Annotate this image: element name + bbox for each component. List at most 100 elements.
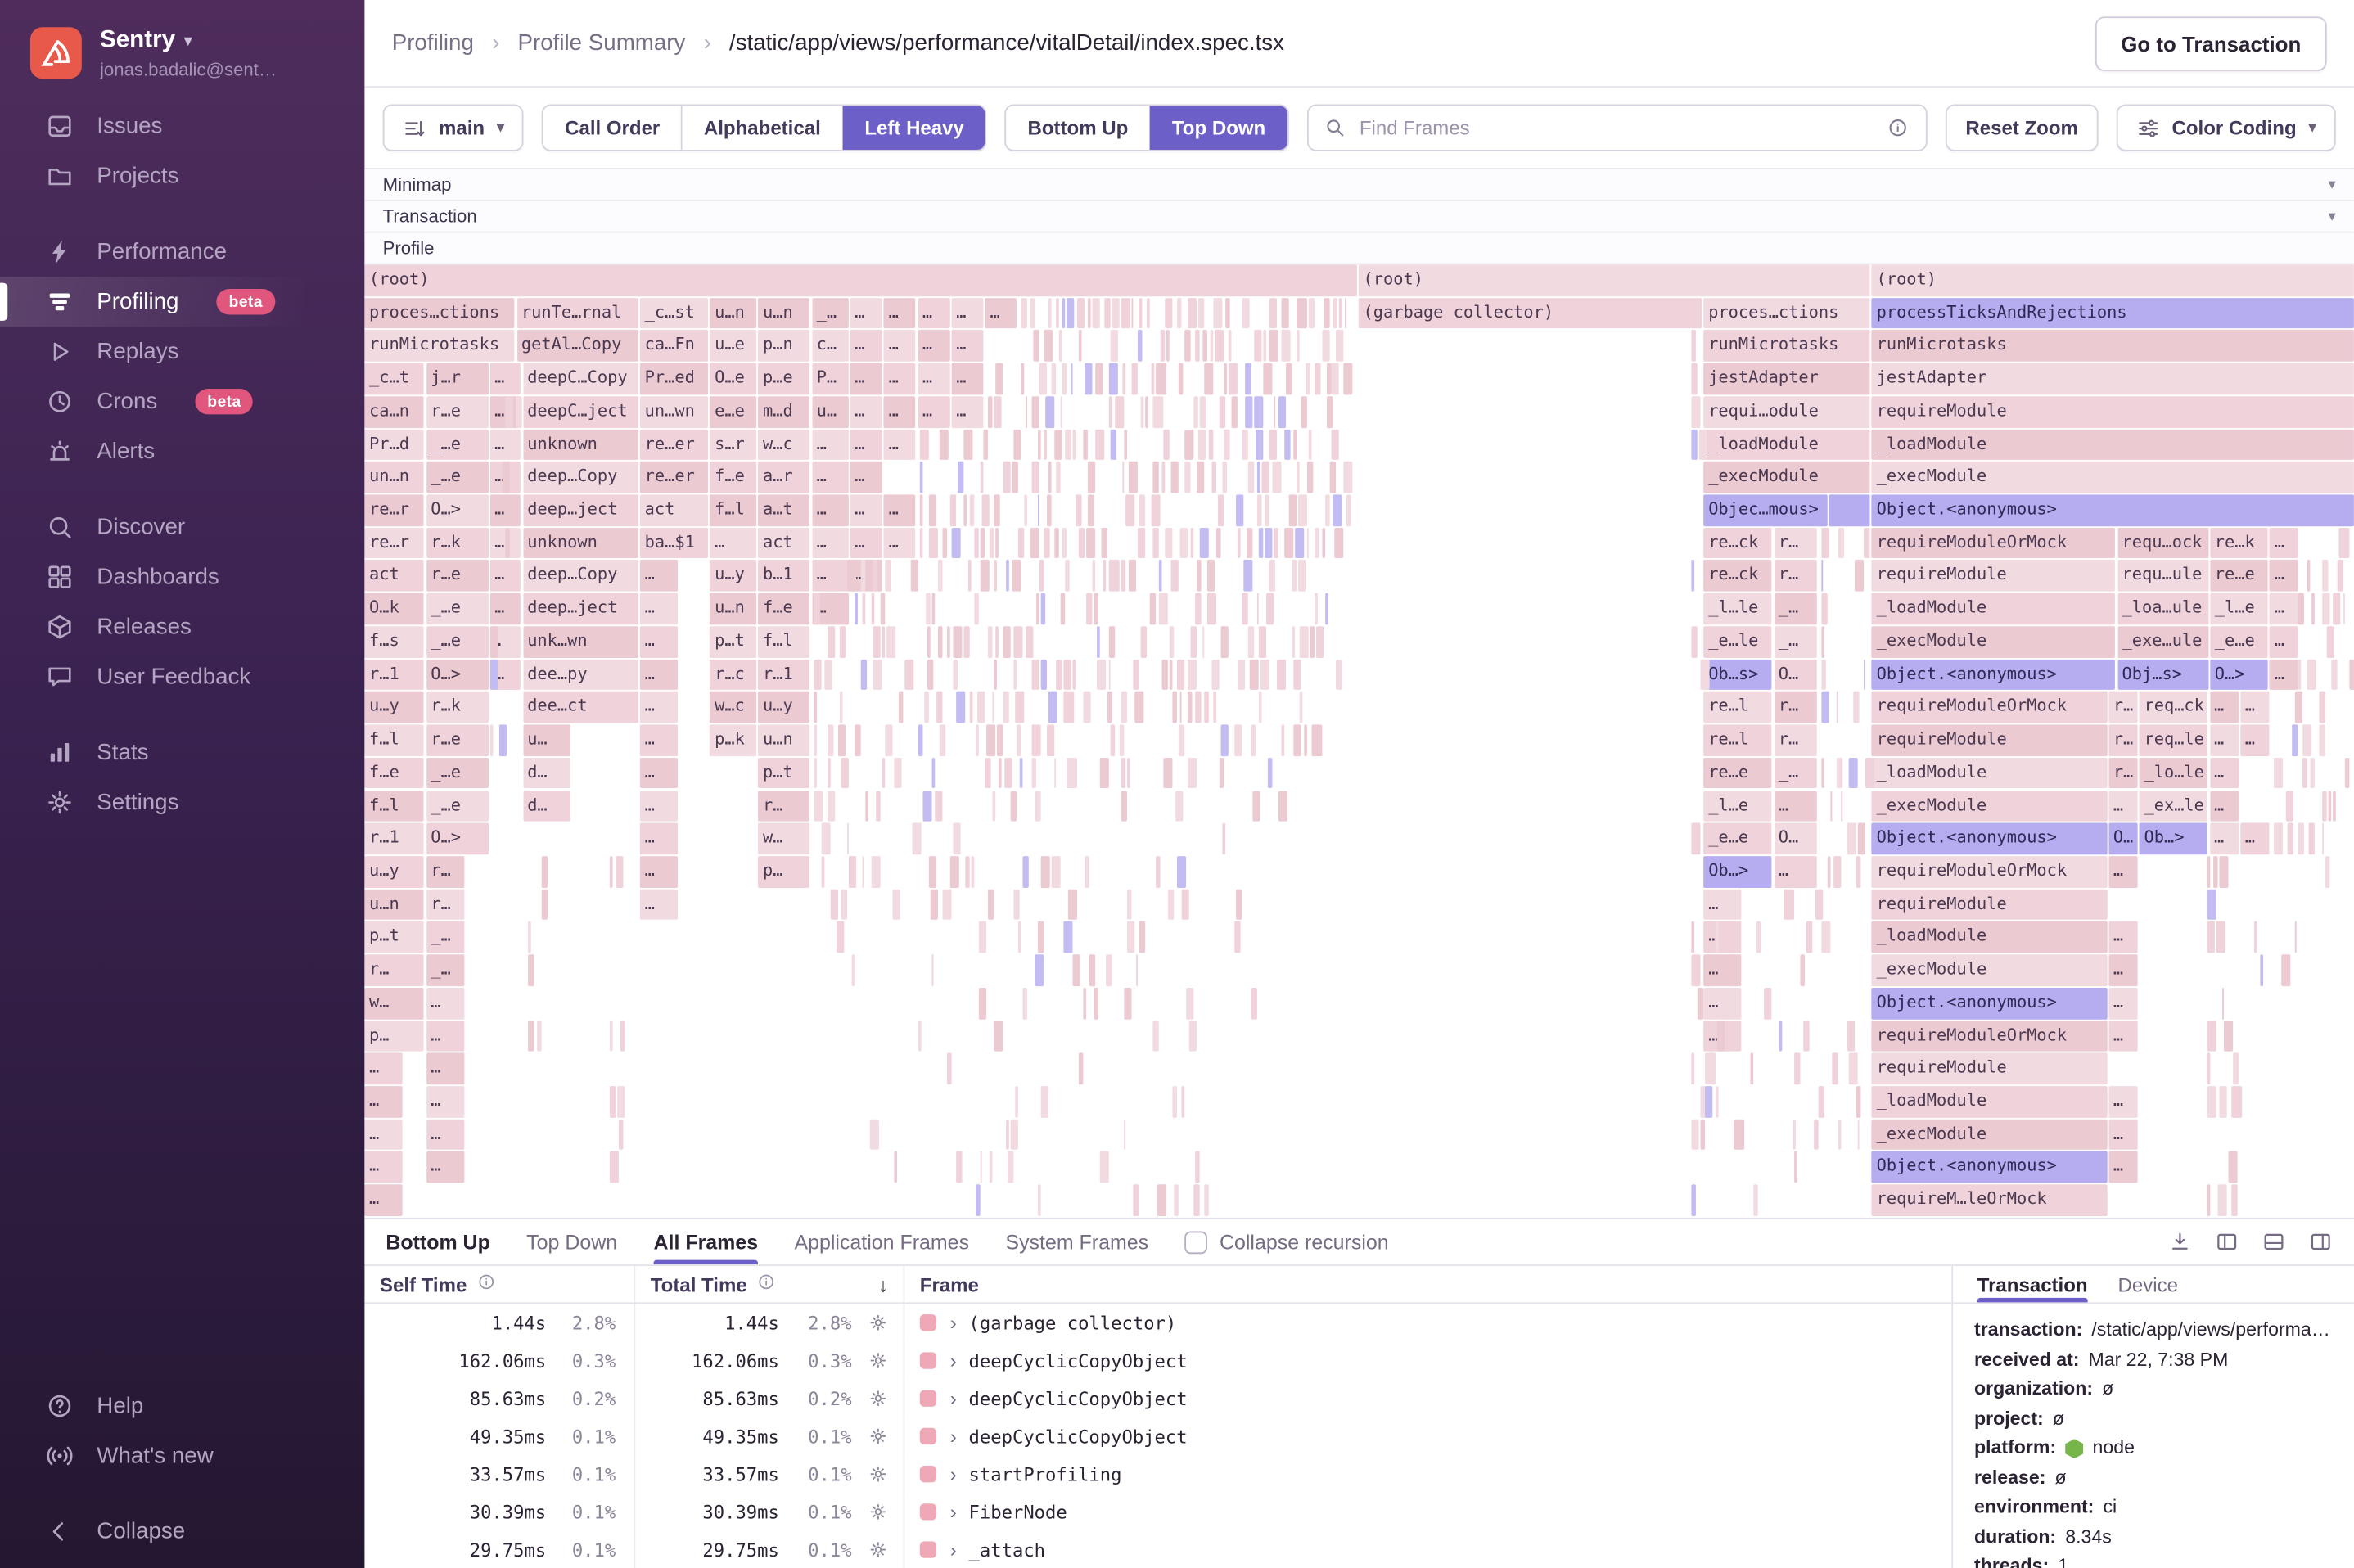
flame-frame-small[interactable]	[1130, 363, 1138, 395]
flame-frame-small[interactable]	[1053, 527, 1060, 559]
flame-frame-small[interactable]	[1256, 462, 1260, 493]
flame-frame-small[interactable]	[1003, 757, 1012, 789]
flame-frame-small[interactable]	[542, 856, 548, 888]
flame-frame-small[interactable]	[1241, 593, 1249, 625]
flame-frame[interactable]: _execModule	[1872, 954, 2107, 986]
flame-frame-small[interactable]	[1168, 889, 1174, 921]
flame-frame-small[interactable]	[1203, 1184, 1210, 1216]
flame-frame-small[interactable]	[1251, 790, 1260, 822]
flame-frame-small[interactable]	[1176, 856, 1186, 888]
flame-frame-small[interactable]	[929, 527, 939, 559]
flame-frame-small[interactable]	[979, 921, 987, 953]
flame-frame-small[interactable]	[989, 527, 994, 559]
flame-frame[interactable]: Object.<anonymous>	[1872, 494, 2354, 526]
flame-frame-small[interactable]	[1820, 757, 1824, 789]
flame-frame-small[interactable]	[1152, 462, 1159, 493]
flame-frame-small[interactable]	[912, 822, 921, 855]
flame-frame[interactable]: …	[2108, 921, 2138, 953]
flame-frame-small[interactable]	[1251, 724, 1256, 756]
flame-frame-small[interactable]	[2207, 1020, 2216, 1052]
flame-frame-small[interactable]	[1100, 1151, 1110, 1183]
flame-frame-small[interactable]	[1828, 856, 1831, 888]
flame-frame-small[interactable]	[1187, 757, 1197, 789]
sidebar-item-profiling[interactable]: Profiling beta	[0, 277, 365, 327]
flame-frame-small[interactable]	[918, 1020, 922, 1052]
flame-frame[interactable]: un…wn	[640, 396, 709, 428]
flame-frame[interactable]: _…	[812, 297, 849, 329]
flame-frame[interactable]: requ…ock	[2117, 527, 2208, 559]
flame-frame-small[interactable]	[972, 856, 975, 888]
flame-frame-small[interactable]	[1166, 330, 1170, 362]
flame-frame-small[interactable]	[2207, 1184, 2211, 1216]
flame-frame-small[interactable]	[1831, 1052, 1839, 1085]
flame-frame-small[interactable]	[1054, 429, 1062, 461]
flame-frame-small[interactable]	[1833, 856, 1841, 888]
flame-frame[interactable]: re…er	[640, 429, 709, 461]
flame-frame-small[interactable]	[828, 560, 834, 592]
flame-frame-small[interactable]	[1079, 1052, 1084, 1085]
flame-frame-small[interactable]	[1792, 1119, 1796, 1151]
flame-frame-small[interactable]	[1298, 494, 1308, 526]
flame-frame[interactable]: …	[2209, 790, 2239, 822]
flame-frame-small[interactable]	[1094, 363, 1103, 395]
flame-frame-small[interactable]	[1159, 330, 1166, 362]
flame-frame[interactable]: …	[426, 1151, 464, 1183]
flame-frame-small[interactable]	[992, 790, 995, 822]
flame-frame-small[interactable]	[1156, 363, 1166, 395]
flame-frame-small[interactable]	[1343, 462, 1352, 493]
flame-frame-small[interactable]	[1033, 330, 1039, 362]
flame-frame-small[interactable]	[1244, 363, 1251, 395]
flame-frame[interactable]: _l…le	[1703, 593, 1772, 625]
expand-chevron-icon[interactable]: ›	[950, 1462, 957, 1485]
flame-frame[interactable]: req…ck	[2139, 692, 2208, 723]
flame-frame-small[interactable]	[1197, 429, 1206, 461]
flame-frame-small[interactable]	[2302, 757, 2307, 789]
flame-frame-small[interactable]	[1039, 1086, 1048, 1118]
flame-frame-small[interactable]	[1070, 363, 1073, 395]
flame-frame-small[interactable]	[942, 527, 947, 559]
flame-frame-small[interactable]	[1079, 330, 1082, 362]
flame-frame-small[interactable]	[1013, 626, 1023, 658]
flame-frame-small[interactable]	[1178, 724, 1185, 756]
flame-frame-small[interactable]	[1820, 626, 1824, 658]
collapse-recursion-checkbox[interactable]	[1184, 1230, 1208, 1254]
flame-frame-small[interactable]	[1083, 987, 1086, 1019]
flame-frame-small[interactable]	[1044, 527, 1051, 559]
flame-frame-small[interactable]	[1338, 297, 1342, 329]
flame-frame[interactable]: requireModuleOrMock	[1872, 856, 2107, 888]
flame-frame-small[interactable]	[1184, 462, 1192, 493]
flame-frame[interactable]: _…e	[426, 757, 489, 789]
flame-frame-small[interactable]	[2274, 757, 2283, 789]
flame-frame-small[interactable]	[1146, 297, 1150, 329]
flame-frame[interactable]: re…e	[1703, 757, 1772, 789]
flame-frame-small[interactable]	[1045, 396, 1054, 428]
flame-frame-small[interactable]	[846, 822, 850, 855]
flame-frame[interactable]: Ob…>	[1703, 856, 1772, 888]
flame-frame[interactable]: …	[1774, 856, 1818, 888]
flame-frame[interactable]: r…	[1774, 527, 1818, 559]
flame-frame-small[interactable]	[1268, 429, 1278, 461]
flame-frame-small[interactable]	[963, 494, 967, 526]
flame-frame-small[interactable]	[1022, 856, 1030, 888]
flame-frame-small[interactable]	[1138, 527, 1145, 559]
flame-frame-small[interactable]	[1218, 494, 1224, 526]
flame-frame[interactable]: _execModule	[1872, 626, 2116, 658]
flame-frame[interactable]: u…n	[758, 724, 810, 756]
flame-frame[interactable]: r…1	[364, 659, 425, 691]
flame-frame-small[interactable]	[2325, 856, 2329, 888]
flame-frame-small[interactable]	[985, 757, 991, 789]
flame-frame-small[interactable]	[1794, 1151, 1797, 1183]
flame-frame-small[interactable]	[1213, 297, 1223, 329]
table-row[interactable]: 1.44s 2.8% 1.44s 2.8% › (garbage collector)	[364, 1304, 1951, 1342]
flame-frame[interactable]: proces…ctions	[364, 297, 515, 329]
flame-frame[interactable]: …	[364, 1052, 403, 1085]
flame-frame-small[interactable]	[989, 1151, 992, 1183]
flame-frame-small[interactable]	[1019, 757, 1023, 789]
download-icon[interactable]	[2168, 1230, 2193, 1255]
flame-frame[interactable]: …	[2209, 724, 2239, 756]
flame-frame[interactable]: re…r	[364, 527, 425, 559]
flame-frame[interactable]: …	[918, 396, 950, 428]
flame-frame[interactable]: …	[850, 396, 882, 428]
flame-frame[interactable]: _ex…le	[2139, 790, 2208, 822]
flame-frame[interactable]: …	[850, 330, 882, 362]
